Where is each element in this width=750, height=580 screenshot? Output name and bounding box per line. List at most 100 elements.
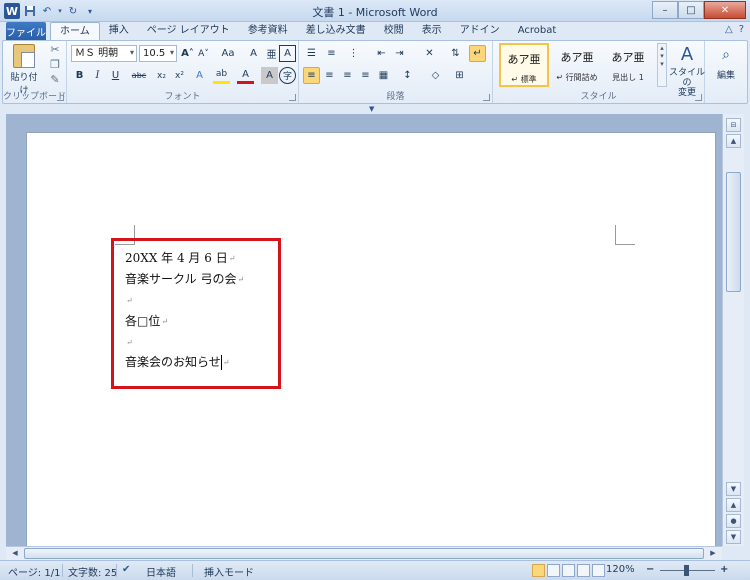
superscript-button[interactable]: x²	[171, 67, 188, 84]
line-spacing-icon[interactable]: ↕	[399, 67, 416, 84]
clipboard-group: 貼り付け ✂ ❐ ✎ クリップボード	[3, 41, 67, 103]
tab-page-layout[interactable]: ページ レイアウト	[138, 22, 239, 40]
window-title: 文書 1 - Microsoft Word	[312, 6, 438, 19]
tab-file[interactable]: ファイル	[6, 22, 46, 40]
document-page[interactable]: 20XX 年 4 月 6 日↵ 音楽サークル 弓の会↵ ↵ 各□位↵ ↵ 音楽会…	[26, 132, 716, 546]
draft-view-icon[interactable]	[592, 564, 605, 577]
tab-view[interactable]: 表示	[413, 22, 451, 40]
previous-page-icon[interactable]: ▲	[726, 498, 741, 512]
align-center-icon[interactable]: ≡	[321, 67, 338, 84]
status-separator	[62, 564, 63, 577]
horizontal-scrollbar[interactable]: ◀ ▶	[6, 546, 722, 560]
shrink-font-button[interactable]: A ˅	[195, 45, 212, 62]
clear-formatting-icon[interactable]: A	[245, 45, 262, 62]
scroll-down-icon[interactable]: ▼	[726, 482, 741, 496]
bold-button[interactable]: B	[71, 67, 88, 84]
tab-home[interactable]: ホーム	[50, 22, 100, 40]
font-color-button[interactable]: A	[237, 67, 254, 84]
zoom-in-button[interactable]: +	[720, 564, 728, 575]
italic-button[interactable]: I	[89, 67, 106, 84]
minimize-button[interactable]: –	[652, 1, 678, 19]
change-case-button[interactable]: Aa	[217, 45, 239, 62]
zoom-out-button[interactable]: −	[646, 564, 654, 575]
zoom-slider-thumb[interactable]	[684, 565, 689, 576]
browse-object-icon[interactable]: ●	[726, 514, 741, 528]
change-styles-icon: A	[680, 44, 694, 65]
font-group-label: フォント	[164, 92, 201, 102]
phonetic-guide-icon[interactable]: 亜	[263, 45, 280, 62]
font-size-select[interactable]: 10.5 ▾	[139, 45, 177, 62]
show-marks-icon[interactable]: ↵	[469, 45, 486, 62]
proofing-icon[interactable]: ✔	[122, 564, 130, 575]
tab-mailings[interactable]: 差し込み文書	[297, 22, 375, 40]
close-button[interactable]: ✕	[704, 1, 746, 19]
minimize-ribbon-icon[interactable]: △	[725, 24, 733, 35]
distributed-icon[interactable]: ▦	[375, 67, 392, 84]
scroll-up-icon[interactable]: ▲	[726, 134, 741, 148]
outline-view-icon[interactable]	[577, 564, 590, 577]
font-launcher-icon[interactable]	[289, 94, 296, 101]
enclose-characters-icon[interactable]: 字	[279, 67, 296, 84]
vertical-scrollbar[interactable]: ⊟ ▲ ▼ ▲ ● ▼	[722, 114, 744, 546]
enclosed-char-icon[interactable]: A	[279, 45, 296, 62]
font-name-select[interactable]: ＭＳ 明朝 ▾	[71, 45, 137, 62]
copy-icon[interactable]: ❐	[47, 58, 63, 72]
binoculars-icon: ⌕	[722, 47, 730, 63]
editing-button[interactable]: ⌕ 編集	[711, 43, 741, 81]
horizontal-scroll-thumb[interactable]	[24, 548, 704, 559]
tab-insert[interactable]: 挿入	[100, 22, 138, 40]
clipboard-launcher-icon[interactable]	[57, 94, 64, 101]
style-no-spacing[interactable]: あア亜 ↵ 行間詰め	[552, 43, 602, 87]
text-effects-icon[interactable]: A	[191, 67, 208, 84]
styles-gallery-scroll[interactable]: ▴ ▾ ▾	[657, 43, 667, 87]
maximize-button[interactable]: □	[678, 1, 704, 19]
increase-indent-icon[interactable]: ⇥	[391, 45, 408, 62]
insert-mode-indicator[interactable]: 挿入モード	[204, 564, 254, 579]
char-shading-icon[interactable]: A	[261, 67, 278, 84]
help-icon[interactable]: ?	[739, 24, 744, 35]
vertical-scroll-thumb[interactable]	[726, 172, 741, 292]
grow-font-button[interactable]: A ˄	[179, 45, 196, 62]
multilevel-list-icon[interactable]: ⋮	[345, 45, 362, 62]
borders-icon[interactable]: ⊞	[451, 67, 468, 84]
ribbon-tabs: ファイル ホーム 挿入 ページ レイアウト 参考資料 差し込み文書 校閲 表示 …	[0, 22, 750, 40]
strikethrough-button[interactable]: abc	[129, 67, 149, 84]
page-count[interactable]: ページ: 1/1	[8, 564, 60, 579]
paragraph-launcher-icon[interactable]	[483, 94, 490, 101]
format-painter-icon[interactable]: ✎	[47, 73, 63, 87]
tab-addins[interactable]: アドイン	[451, 22, 509, 40]
justify-icon[interactable]: ≡	[357, 67, 374, 84]
style-sample: あア亜	[560, 51, 594, 64]
scroll-right-icon[interactable]: ▶	[706, 547, 720, 560]
next-page-icon[interactable]: ▼	[726, 530, 741, 544]
tab-acrobat[interactable]: Acrobat	[509, 22, 566, 40]
tab-references[interactable]: 参考資料	[239, 22, 297, 40]
bullets-icon[interactable]: ☰	[303, 45, 320, 62]
change-styles-button[interactable]: A スタイルの 変更	[667, 43, 707, 98]
word-count[interactable]: 文字数: 25	[68, 564, 117, 579]
subscript-button[interactable]: x₂	[153, 67, 170, 84]
underline-button[interactable]: U	[107, 67, 124, 84]
shading-icon[interactable]: ◇	[427, 67, 444, 84]
cut-icon[interactable]: ✂	[47, 43, 63, 57]
highlight-color-button[interactable]: ab	[213, 67, 230, 84]
style-normal[interactable]: あア亜 ↵ 標準	[499, 43, 549, 87]
numbering-icon[interactable]: ≡	[323, 45, 340, 62]
decrease-indent-icon[interactable]: ⇤	[373, 45, 390, 62]
align-right-icon[interactable]: ≡	[339, 67, 356, 84]
print-layout-view-icon[interactable]	[532, 564, 545, 577]
web-layout-icon[interactable]	[562, 564, 575, 577]
scroll-left-icon[interactable]: ◀	[8, 547, 22, 560]
ruler-view-icon[interactable]: ⊟	[726, 118, 741, 132]
language-indicator[interactable]: 日本語	[146, 564, 176, 579]
paste-button[interactable]: 貼り付け	[7, 44, 41, 96]
align-left-icon[interactable]: ≡	[303, 67, 320, 84]
zoom-level[interactable]: 120%	[606, 564, 635, 575]
tab-review[interactable]: 校閲	[375, 22, 413, 40]
style-heading-1[interactable]: あア亜 見出し 1	[603, 43, 653, 87]
style-sample: あア亜	[507, 53, 541, 66]
sort-icon[interactable]: ⇅	[447, 45, 464, 62]
asian-layout-icon[interactable]: ✕	[421, 45, 438, 62]
chevron-down-icon[interactable]: ▼	[369, 105, 374, 113]
full-screen-reading-icon[interactable]	[547, 564, 560, 577]
